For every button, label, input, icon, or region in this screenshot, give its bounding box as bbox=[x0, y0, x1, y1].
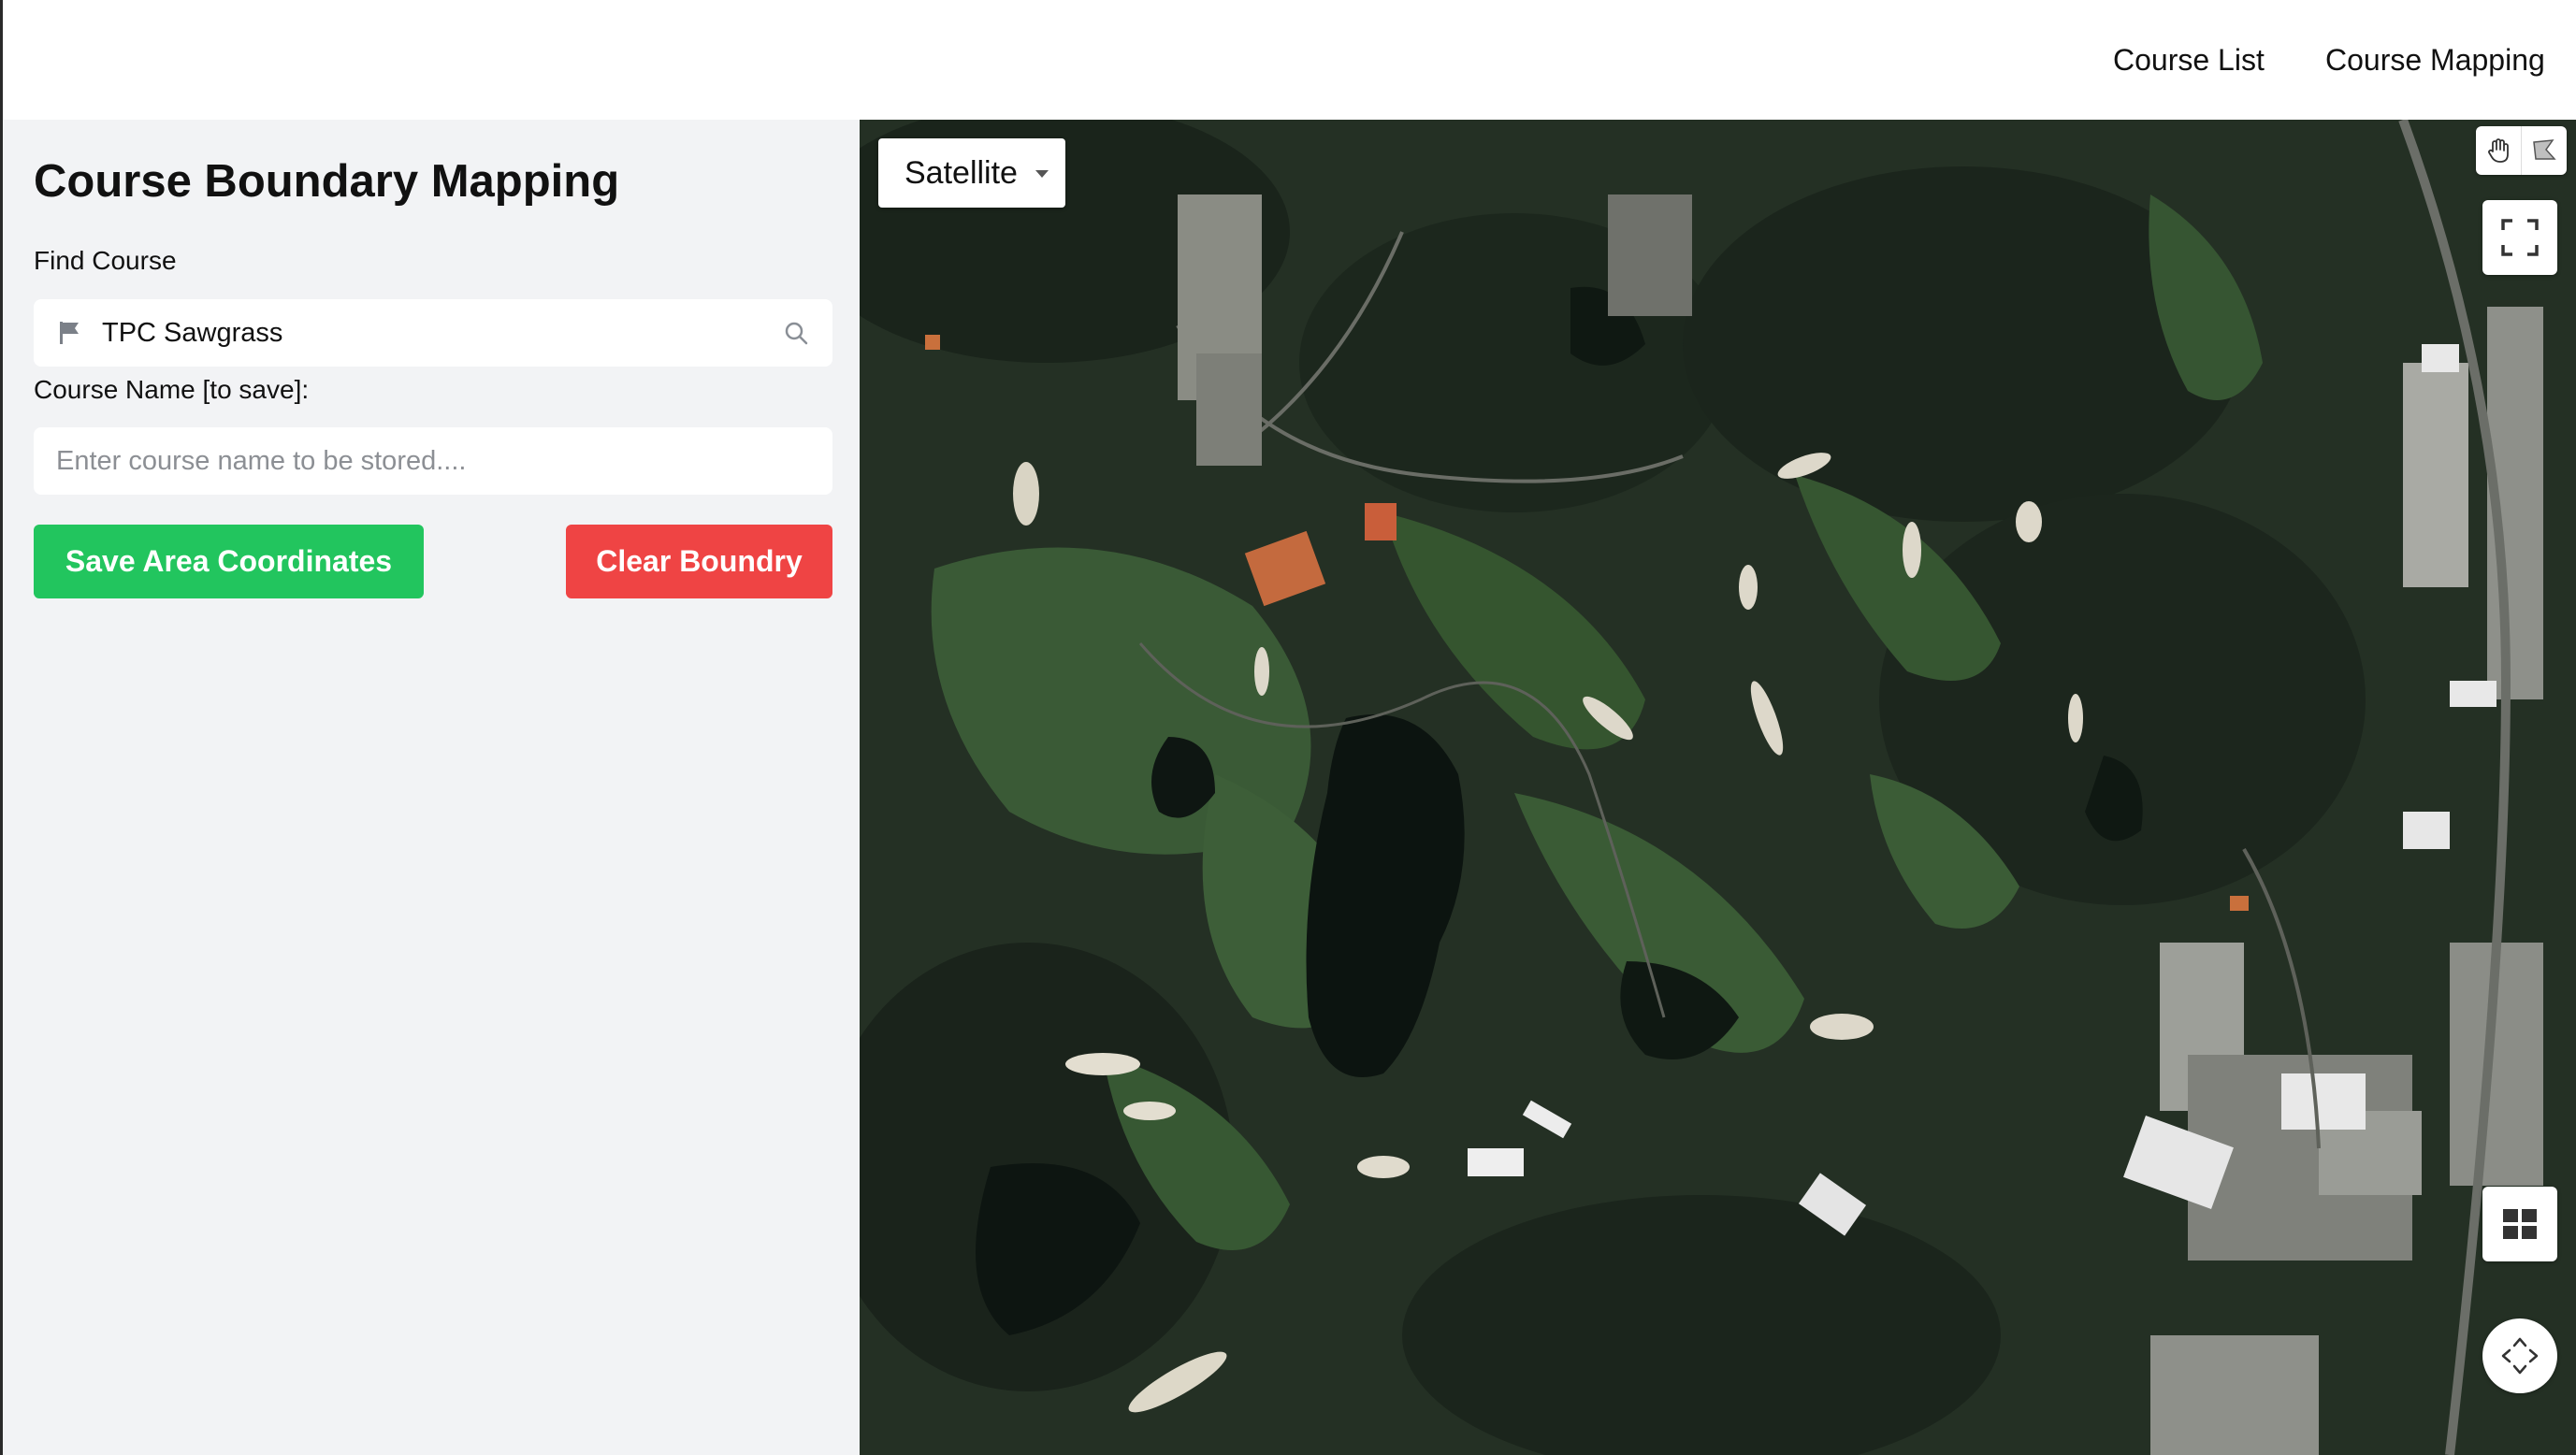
polygon-draw-icon bbox=[2533, 139, 2556, 160]
search-icon[interactable] bbox=[784, 321, 808, 345]
course-name-label: Course Name [to save]: bbox=[34, 375, 310, 404]
sidebar-panel: Course Boundary Mapping Find Course TPC … bbox=[0, 120, 860, 1455]
chevron-down-icon bbox=[1035, 170, 1049, 178]
polygon-draw-button[interactable] bbox=[2521, 126, 2566, 175]
find-course-label: Find Course bbox=[34, 246, 177, 275]
find-course-value[interactable]: TPC Sawgrass bbox=[102, 299, 282, 367]
clear-boundary-button[interactable]: Clear Boundry bbox=[566, 525, 832, 598]
grid-icon bbox=[2503, 1209, 2537, 1239]
top-navigation: Course List Course Mapping bbox=[0, 0, 2576, 120]
page-title: Course Boundary Mapping bbox=[34, 156, 620, 207]
fullscreen-button[interactable] bbox=[2482, 200, 2557, 275]
save-area-coordinates-button[interactable]: Save Area Coordinates bbox=[34, 525, 424, 598]
hand-pan-icon bbox=[2488, 138, 2509, 163]
nav-link-course-mapping[interactable]: Course Mapping bbox=[2325, 41, 2545, 79]
find-course-search[interactable]: TPC Sawgrass bbox=[34, 299, 832, 367]
map-type-grid-button[interactable] bbox=[2482, 1187, 2557, 1261]
flag-icon bbox=[60, 322, 79, 344]
move-arrows-icon bbox=[2501, 1337, 2539, 1375]
pan-tool-button[interactable] bbox=[2476, 126, 2521, 175]
nav-link-course-list[interactable]: Course List bbox=[2113, 41, 2265, 79]
map-layer-select[interactable]: Satellite bbox=[878, 138, 1065, 208]
course-name-field-wrapper bbox=[34, 427, 832, 495]
draw-toolbar bbox=[2476, 126, 2567, 175]
satellite-map[interactable]: Satellite bbox=[860, 120, 2576, 1455]
satellite-imagery[interactable] bbox=[860, 120, 2576, 1455]
map-layer-label: Satellite bbox=[904, 155, 1018, 191]
map-pan-control-button[interactable] bbox=[2482, 1318, 2557, 1393]
course-name-input[interactable] bbox=[34, 427, 832, 495]
fullscreen-icon bbox=[2501, 219, 2539, 256]
